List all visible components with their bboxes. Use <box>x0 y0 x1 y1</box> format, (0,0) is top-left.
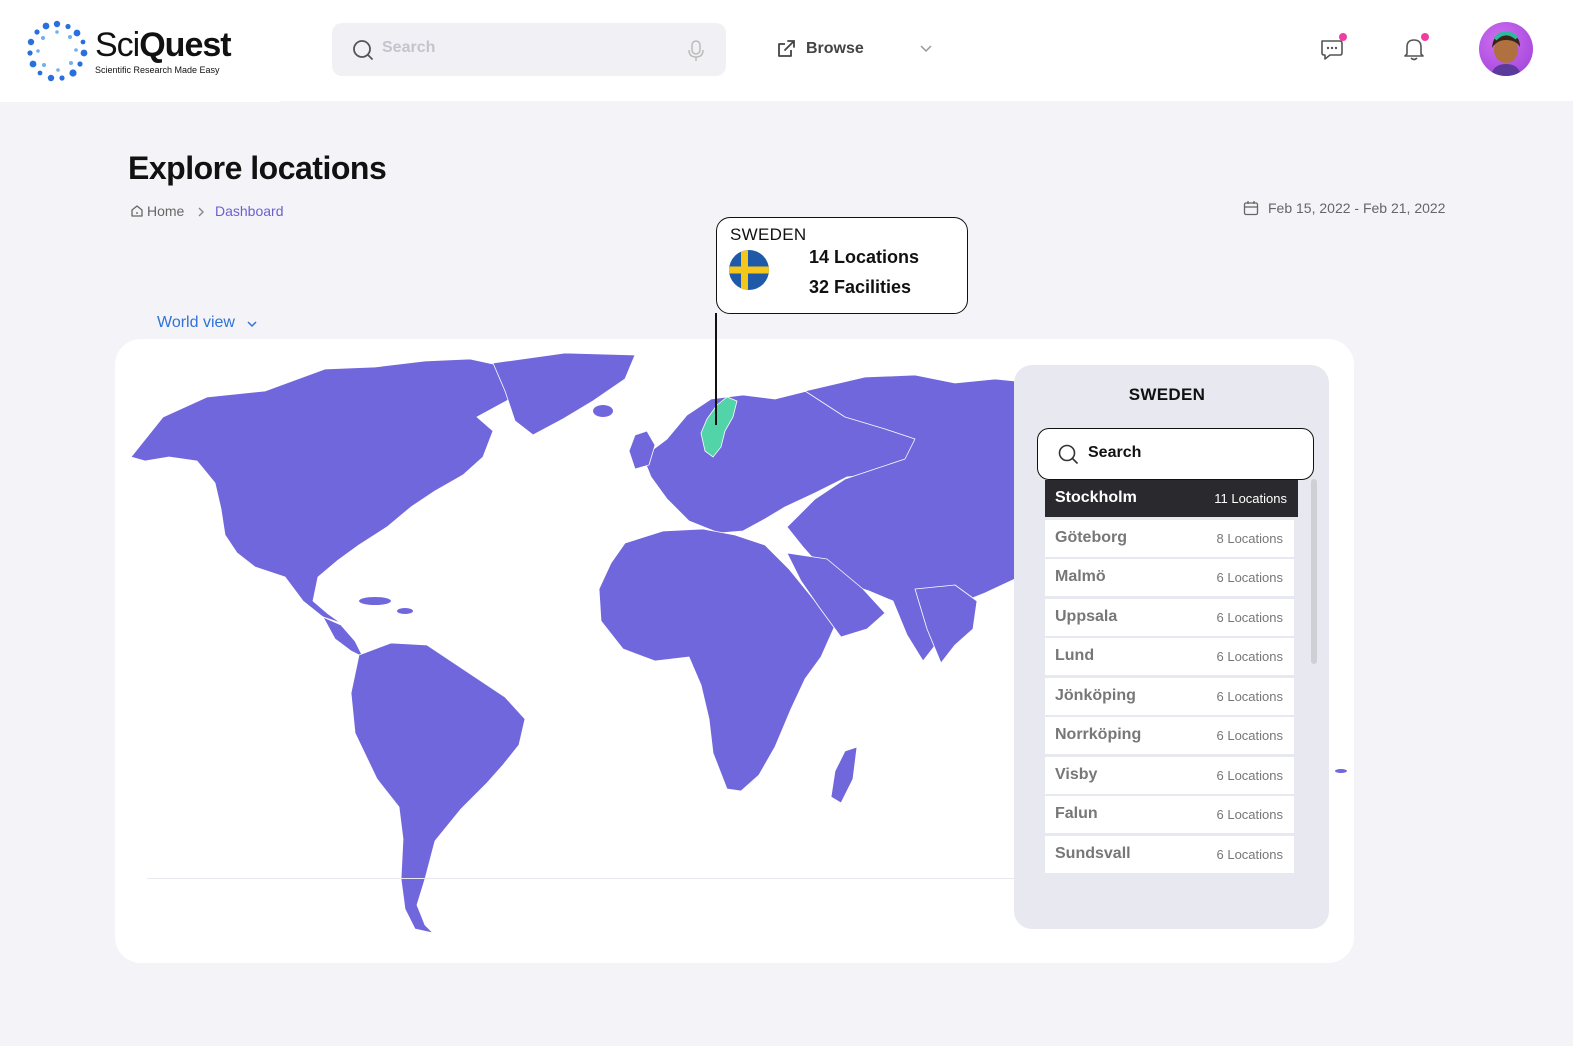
city-row-falun[interactable]: Falun 6 Locations <box>1045 796 1294 833</box>
city-count: 6 Locations <box>1216 728 1284 743</box>
city-row-uppsala[interactable]: Uppsala 6 Locations <box>1045 599 1294 636</box>
browse-label: Browse <box>806 40 864 57</box>
brand-tagline: Scientific Research Made Easy <box>95 65 220 75</box>
header-divider <box>0 100 280 102</box>
city-count: 6 Locations <box>1216 649 1284 664</box>
city-count: 6 Locations <box>1216 847 1284 862</box>
chat-notification-dot <box>1339 33 1347 41</box>
city-count: 6 Locations <box>1216 610 1284 625</box>
global-search-input[interactable]: Search <box>332 23 726 76</box>
sweden-flag-icon <box>729 250 769 290</box>
avatar-icon <box>1491 31 1521 76</box>
city-name: Lund <box>1055 647 1095 664</box>
city-name: Uppsala <box>1055 608 1118 625</box>
city-name: Stockholm <box>1055 489 1137 506</box>
city-row-jonkoping[interactable]: Jönköping 6 Locations <box>1045 678 1294 715</box>
city-row-malmo[interactable]: Malmö 6 Locations <box>1045 559 1294 596</box>
city-name: Norrköping <box>1055 726 1142 743</box>
south-america-shape <box>350 642 526 934</box>
search-icon <box>353 40 373 60</box>
chevron-right-icon <box>198 207 204 217</box>
brand-name-part1: Sci <box>95 26 140 64</box>
home-icon <box>131 205 143 217</box>
search-placeholder: Search <box>382 39 436 56</box>
cuba-shape <box>359 597 391 605</box>
island-shape <box>1335 769 1347 773</box>
central-america-shape <box>322 616 364 658</box>
map-baseline <box>147 878 1015 879</box>
north-america-shape <box>130 358 511 624</box>
tooltip-country: SWEDEN <box>730 225 807 244</box>
tooltip-locations: 14 Locations <box>809 247 920 267</box>
city-row-goteborg[interactable]: Göteborg 8 Locations <box>1045 520 1294 557</box>
city-count: 6 Locations <box>1216 570 1284 585</box>
city-count: 8 Locations <box>1216 531 1284 546</box>
chevron-down-icon <box>920 45 932 53</box>
browse-dropdown[interactable]: Browse <box>776 35 936 65</box>
country-panel: SWEDEN Search Stockholm 11 Locations Göt… <box>1014 365 1329 929</box>
city-name: Sundsvall <box>1055 845 1131 862</box>
date-range-text: Feb 15, 2022 - Feb 21, 2022 <box>1268 200 1446 216</box>
city-row-stockholm[interactable]: Stockholm 11 Locations <box>1045 480 1298 517</box>
search-icon <box>1058 444 1078 464</box>
external-link-icon <box>778 40 795 57</box>
brand-name-part2: Quest <box>139 26 231 64</box>
world-view-dropdown[interactable]: World view <box>157 314 257 332</box>
city-name: Falun <box>1055 805 1098 822</box>
callout-pointer <box>715 313 717 425</box>
city-count: 6 Locations <box>1216 807 1284 822</box>
greenland-shape <box>492 352 636 436</box>
city-name: Jönköping <box>1055 687 1136 704</box>
bell-notification-dot <box>1421 33 1429 41</box>
tooltip-facilities: 32 Facilities <box>809 277 912 297</box>
page-title: Explore locations <box>128 150 387 186</box>
city-count: 11 Locations <box>1214 491 1287 506</box>
city-search-label: Search <box>1088 444 1142 461</box>
logo-mark-icon <box>27 20 88 82</box>
microphone-icon[interactable] <box>687 40 705 62</box>
iceland-shape <box>593 405 613 417</box>
panel-title: SWEDEN <box>1128 385 1206 404</box>
breadcrumb-home-link[interactable]: Home <box>147 203 184 219</box>
notifications-button[interactable] <box>1400 33 1429 63</box>
city-name: Malmö <box>1055 568 1106 585</box>
breadcrumb-current[interactable]: Dashboard <box>215 203 284 219</box>
calendar-icon <box>1243 201 1259 216</box>
city-count: 6 Locations <box>1216 689 1284 704</box>
city-row-lund[interactable]: Lund 6 Locations <box>1045 638 1294 675</box>
city-row-sundsvall[interactable]: Sundsvall 6 Locations <box>1045 836 1294 873</box>
brand-name: SciQuest <box>95 25 232 65</box>
user-avatar[interactable] <box>1479 22 1533 76</box>
brand-logo[interactable]: SciQuest Scientific Research Made Easy <box>26 20 256 82</box>
city-row-visby[interactable]: Visby 6 Locations <box>1045 757 1294 794</box>
city-name: Visby <box>1055 766 1098 783</box>
madagascar-shape <box>830 746 858 804</box>
chat-button[interactable] <box>1318 33 1347 63</box>
city-name: Göteborg <box>1055 529 1127 546</box>
city-search-input[interactable]: Search <box>1037 428 1314 480</box>
hispaniola-shape <box>397 608 413 614</box>
country-tooltip: SWEDEN 14 Locations 32 Facilities <box>716 217 968 314</box>
city-count: 6 Locations <box>1216 768 1284 783</box>
chevron-down-icon <box>247 321 257 328</box>
city-row-norrkoping[interactable]: Norrköping 6 Locations <box>1045 717 1294 754</box>
world-view-label: World view <box>157 314 235 331</box>
city-list-scrollbar[interactable] <box>1311 479 1317 664</box>
